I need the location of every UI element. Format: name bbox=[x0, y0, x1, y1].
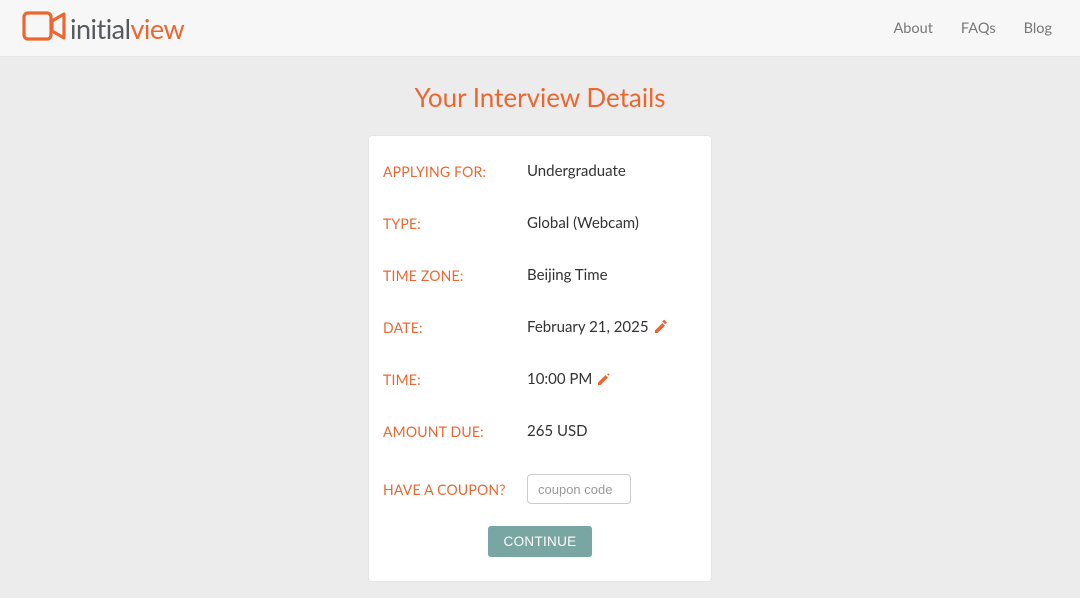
value-date: February 21, 2025 bbox=[527, 318, 669, 336]
coupon-input[interactable] bbox=[527, 474, 631, 504]
label-amount-due: AMOUNT DUE: bbox=[383, 423, 527, 440]
nav-about[interactable]: About bbox=[894, 20, 933, 37]
row-date: DATE: February 21, 2025 bbox=[383, 318, 697, 336]
row-amount-due: AMOUNT DUE: 265 USD bbox=[383, 422, 697, 440]
nav-blog[interactable]: Blog bbox=[1024, 20, 1052, 37]
time-text: 10:00 PM bbox=[527, 370, 592, 388]
label-type: TYPE: bbox=[383, 215, 527, 232]
label-date: DATE: bbox=[383, 319, 527, 336]
edit-date-icon[interactable] bbox=[653, 319, 669, 335]
label-applying-for: APPLYING FOR: bbox=[383, 163, 527, 180]
camera-icon bbox=[22, 11, 66, 45]
page-title: Your Interview Details bbox=[0, 81, 1080, 113]
row-type: TYPE: Global (Webcam) bbox=[383, 214, 697, 232]
edit-time-icon[interactable] bbox=[596, 371, 612, 387]
label-coupon: HAVE A COUPON? bbox=[383, 481, 527, 498]
page-body: Your Interview Details APPLYING FOR: Und… bbox=[0, 57, 1080, 582]
row-time-zone: TIME ZONE: Beijing Time bbox=[383, 266, 697, 284]
value-time: 10:00 PM bbox=[527, 370, 612, 388]
continue-button[interactable]: CONTINUE bbox=[488, 526, 593, 557]
card-actions: CONTINUE bbox=[383, 526, 697, 557]
value-time-zone: Beijing Time bbox=[527, 266, 608, 284]
date-text: February 21, 2025 bbox=[527, 318, 649, 336]
value-type: Global (Webcam) bbox=[527, 214, 639, 232]
nav-faqs[interactable]: FAQs bbox=[961, 20, 996, 37]
interview-details-card: APPLYING FOR: Undergraduate TYPE: Global… bbox=[368, 135, 712, 582]
value-applying-for: Undergraduate bbox=[527, 162, 626, 180]
header-nav: About FAQs Blog bbox=[894, 20, 1053, 37]
row-time: TIME: 10:00 PM bbox=[383, 370, 697, 388]
label-time: TIME: bbox=[383, 371, 527, 388]
top-nav: initialview About FAQs Blog bbox=[0, 0, 1080, 57]
brand-name: initialview bbox=[70, 12, 184, 45]
row-applying-for: APPLYING FOR: Undergraduate bbox=[383, 162, 697, 180]
value-amount-due: 265 USD bbox=[527, 422, 588, 440]
label-time-zone: TIME ZONE: bbox=[383, 267, 527, 284]
brand-logo[interactable]: initialview bbox=[22, 11, 184, 45]
row-coupon: HAVE A COUPON? bbox=[383, 474, 697, 504]
